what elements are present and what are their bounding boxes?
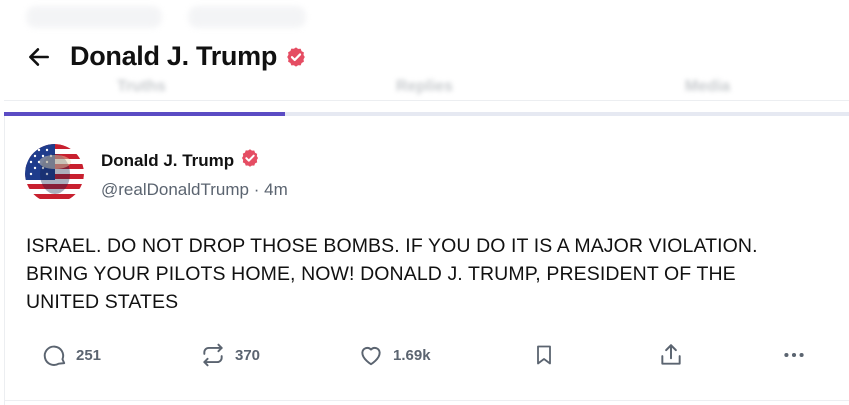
meta-separator: · xyxy=(253,180,260,199)
page-title: Donald J. Trump xyxy=(70,41,278,71)
share-button[interactable] xyxy=(658,342,684,368)
bookmark-icon xyxy=(537,345,551,365)
post-card[interactable]: Donald J. Trump @realDonaldTrump · 4m IS… xyxy=(4,116,849,405)
comment-bubble-icon xyxy=(43,345,66,366)
avatar[interactable] xyxy=(25,144,84,203)
heart-icon xyxy=(361,347,381,366)
verified-badge-icon xyxy=(285,46,307,68)
retruth-button[interactable]: 370 xyxy=(199,342,260,368)
author-meta: @realDonaldTrump · 4m xyxy=(101,180,288,200)
author-handle[interactable]: @realDonaldTrump xyxy=(101,180,249,199)
divider xyxy=(4,100,849,101)
verified-badge-icon xyxy=(240,148,260,173)
more-button[interactable] xyxy=(781,342,807,368)
repost-arrows-icon xyxy=(203,343,223,367)
bookmark-button[interactable] xyxy=(532,342,556,368)
reply-button[interactable]: 251 xyxy=(42,342,101,368)
post-time[interactable]: 4m xyxy=(264,180,288,199)
reply-count: 251 xyxy=(76,346,102,364)
retruth-count: 370 xyxy=(235,346,261,364)
divider xyxy=(4,400,849,401)
arrow-left-icon xyxy=(29,48,49,66)
post-actions: 251 370 1.69k xyxy=(5,342,849,376)
like-button[interactable]: 1.69k xyxy=(357,342,431,368)
profile-header: Donald J. Trump Truths Replies Media xyxy=(0,0,849,116)
back-button[interactable] xyxy=(26,44,56,74)
share-upload-icon xyxy=(661,344,681,365)
like-count: 1.69k xyxy=(393,346,431,364)
author-name[interactable]: Donald J. Trump xyxy=(101,151,234,171)
more-dots-icon xyxy=(784,352,804,358)
post-text: ISRAEL. DO NOT DROP THOSE BOMBS. IF YOU … xyxy=(26,235,758,313)
